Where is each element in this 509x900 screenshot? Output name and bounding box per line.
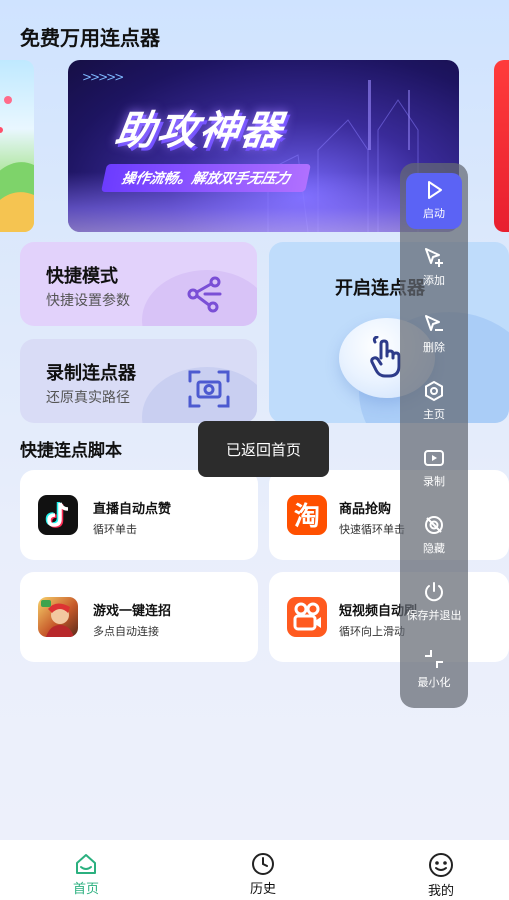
script-desc: 多点自动连接 bbox=[93, 625, 159, 638]
record-mode-subtitle: 还原真实路径 bbox=[46, 390, 130, 406]
bottom-nav: 首页 历史 我的 bbox=[0, 840, 509, 900]
nav-label: 首页 bbox=[72, 882, 99, 897]
scan-camera-icon bbox=[187, 369, 231, 413]
toast-message: 已返回首页 bbox=[198, 421, 329, 477]
add-cursor-icon bbox=[425, 248, 443, 267]
fp-label: 添加 bbox=[423, 274, 445, 287]
page-title: 免费万用连点器 bbox=[20, 26, 160, 50]
fp-label: 启动 bbox=[423, 207, 445, 220]
fp-delete-button[interactable]: 删除 bbox=[400, 307, 468, 365]
record-mode-card[interactable]: 录制连点器 还原真实路径 bbox=[20, 339, 257, 423]
nav-label: 历史 bbox=[249, 882, 276, 897]
game-avatar-icon bbox=[38, 597, 78, 637]
smile-icon bbox=[429, 853, 453, 877]
script-name: 直播自动点赞 bbox=[93, 502, 172, 517]
fp-start-button[interactable]: 启动 bbox=[400, 173, 468, 231]
fp-label: 保存并退出 bbox=[406, 609, 462, 622]
svg-text:淘: 淘 bbox=[294, 502, 320, 532]
floating-control-panel: 启动 添加 删除 主页 录制 隐藏 保存并退出 最小化 bbox=[400, 163, 468, 708]
play-icon bbox=[428, 181, 442, 199]
quick-mode-title: 快捷模式 bbox=[46, 266, 118, 287]
script-desc: 循环向上滑动 bbox=[339, 625, 405, 638]
home-icon bbox=[76, 854, 96, 874]
fp-minimize-button[interactable]: 最小化 bbox=[400, 642, 468, 700]
fp-record-button[interactable]: 录制 bbox=[400, 441, 468, 499]
nav-profile[interactable]: 我的 bbox=[401, 852, 481, 899]
script-desc: 循环单击 bbox=[93, 523, 137, 536]
fp-label: 隐藏 bbox=[423, 542, 445, 555]
fp-home-button[interactable]: 主页 bbox=[400, 374, 468, 432]
remove-cursor-icon bbox=[425, 315, 443, 331]
fp-add-button[interactable]: 添加 bbox=[400, 240, 468, 298]
script-card-game-combo[interactable]: 游戏一键连招 多点自动连接 bbox=[20, 572, 258, 662]
script-card-short-video[interactable]: 短视频自动刷 循环向上滑动 bbox=[269, 572, 509, 662]
minimize-icon bbox=[425, 650, 443, 668]
fp-label: 删除 bbox=[423, 341, 445, 354]
tiktok-icon bbox=[38, 495, 78, 535]
script-desc: 快速循环单击 bbox=[339, 523, 405, 536]
record-mode-title: 录制连点器 bbox=[46, 363, 136, 384]
banner-title: 助攻神器 bbox=[112, 108, 287, 154]
kuaishou-icon bbox=[287, 597, 327, 637]
nav-label: 我的 bbox=[427, 884, 454, 899]
fp-label: 主页 bbox=[423, 408, 445, 421]
fp-hide-button[interactable]: 隐藏 bbox=[400, 508, 468, 566]
banner-prev-slide[interactable] bbox=[0, 60, 34, 232]
script-name: 商品抢购 bbox=[339, 502, 392, 517]
share-nodes-icon bbox=[185, 274, 225, 318]
script-card-flash-sale[interactable]: 淘 商品抢购 快速循环单击 bbox=[269, 470, 509, 560]
nav-history[interactable]: 历史 bbox=[223, 852, 303, 897]
fp-label: 录制 bbox=[423, 475, 445, 488]
quick-mode-subtitle: 快捷设置参数 bbox=[46, 293, 130, 309]
fp-save-exit-button[interactable]: 保存并退出 bbox=[400, 575, 468, 633]
banner-arrows: >>>>> bbox=[82, 70, 124, 84]
quick-mode-card[interactable]: 快捷模式 快捷设置参数 bbox=[20, 242, 257, 326]
script-name: 游戏一键连招 bbox=[93, 604, 172, 619]
power-icon bbox=[425, 582, 443, 602]
clock-icon bbox=[252, 853, 274, 875]
scripts-section-title: 快捷连点脚本 bbox=[20, 441, 122, 461]
taobao-icon: 淘 bbox=[287, 495, 327, 535]
hide-icon bbox=[425, 516, 443, 534]
banner-subtitle: 操作流畅。解放双手无压力 bbox=[101, 164, 311, 192]
home-hex-icon bbox=[425, 380, 443, 402]
script-card-live-like[interactable]: 直播自动点赞 循环单击 bbox=[20, 470, 258, 560]
record-video-icon bbox=[424, 450, 444, 466]
banner-next-slide[interactable] bbox=[494, 60, 509, 232]
fp-label: 最小化 bbox=[417, 676, 451, 689]
nav-home[interactable]: 首页 bbox=[46, 852, 126, 897]
start-clicker-card[interactable]: 开启连点器 bbox=[269, 242, 509, 423]
